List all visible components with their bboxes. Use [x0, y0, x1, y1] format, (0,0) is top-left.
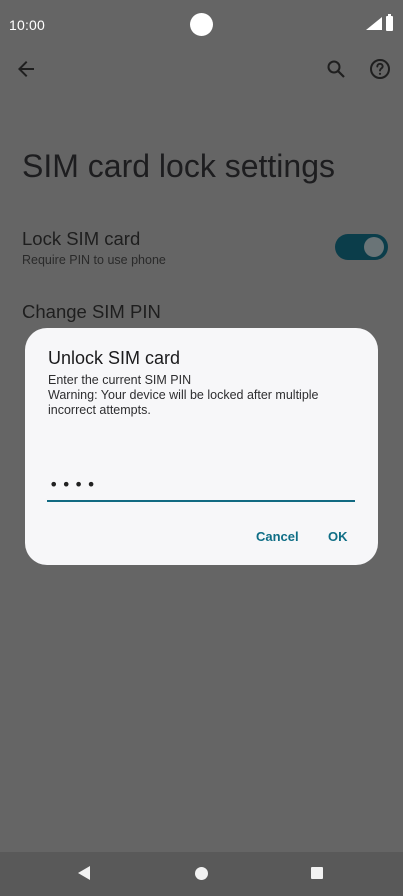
- screen: 10:00 SIM card lock settings Lock SIM ca…: [0, 0, 403, 896]
- page-title: SIM card lock settings: [22, 148, 335, 184]
- lock-sim-toggle[interactable]: [335, 234, 388, 260]
- pin-input-value: ••••: [49, 475, 99, 494]
- dialog-message-warning: Warning: Your device will be locked afte…: [48, 388, 319, 417]
- dialog-message: Enter the current SIM PIN Warning: Your …: [48, 373, 360, 418]
- status-clock: 10:00: [9, 17, 46, 33]
- cancel-button[interactable]: Cancel: [256, 529, 299, 544]
- toggle-thumb: [364, 237, 384, 257]
- pin-input[interactable]: ••••: [47, 473, 355, 502]
- nav-recents-icon[interactable]: [311, 867, 323, 879]
- setting-title: Change SIM PIN: [22, 301, 161, 322]
- dialog-title: Unlock SIM card: [48, 348, 181, 368]
- camera-cutout: [190, 13, 213, 36]
- setting-summary: Require PIN to use phone: [22, 253, 166, 267]
- ok-button[interactable]: OK: [328, 529, 348, 544]
- status-bar: 10:00: [0, 0, 403, 48]
- navigation-bar: [0, 852, 403, 896]
- unlock-sim-dialog: Unlock SIM card Enter the current SIM PI…: [25, 328, 378, 565]
- nav-home-icon[interactable]: [195, 867, 208, 880]
- signal-icon: [366, 17, 382, 30]
- back-arrow-icon[interactable]: [14, 57, 38, 81]
- dialog-message-instruction: Enter the current SIM PIN: [48, 373, 192, 387]
- setting-title: Lock SIM card: [22, 228, 141, 249]
- battery-icon: [386, 14, 393, 31]
- search-icon[interactable]: [324, 57, 348, 81]
- help-icon[interactable]: [368, 57, 392, 81]
- nav-back-icon[interactable]: [78, 866, 90, 880]
